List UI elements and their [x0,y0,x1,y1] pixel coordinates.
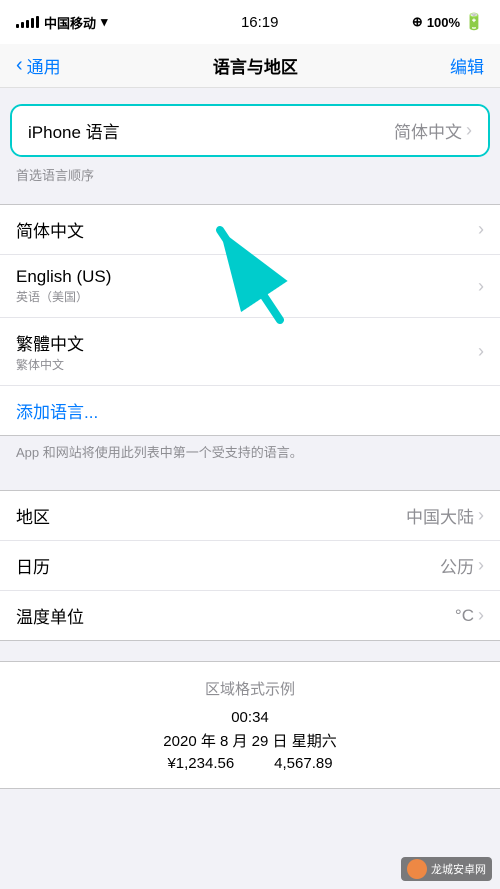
back-label: 通用 [27,53,61,78]
calendar-chevron-icon: › [478,555,484,576]
status-bar: 中国移动 ▾ 16:19 ⊕ 100% 🔋 [0,0,500,44]
add-language-row[interactable]: 添加语言... [0,386,500,435]
iphone-language-value: 简体中文 [394,118,462,143]
page-title: 语言与地区 [213,53,298,78]
iphone-language-label: iPhone 语言 [28,118,120,143]
region-format-time: 00:34 [16,709,484,726]
iphone-language-row[interactable]: iPhone 语言 简体中文 › [12,106,488,155]
temperature-label: 温度单位 [16,603,84,628]
preferred-languages-group: 简体中文 › English (US) 英语（美国） › 繁體中文 繁体中文 ›… [0,204,500,436]
region-chevron-icon: › [478,505,484,526]
charging-icon: ⊕ [412,14,423,30]
region-value: 中国大陆 [406,503,474,528]
language-row-english-us[interactable]: English (US) 英语（美国） › [0,255,500,318]
region-row[interactable]: 地区 中国大陆 › [0,491,500,541]
temperature-row[interactable]: 温度单位 °C › [0,591,500,640]
back-button[interactable]: ‹ 通用 [16,53,61,78]
watermark-logo [407,859,427,879]
battery-label: 100% [427,15,460,30]
status-right: ⊕ 100% 🔋 [412,12,484,32]
temperature-value: °C [455,606,474,626]
language-title-1: English (US) [16,267,111,287]
calendar-value: 公历 [440,553,474,578]
language-row-traditional-chinese[interactable]: 繁體中文 繁体中文 › [0,318,500,386]
region-section: 地区 中国大陆 › 日历 公历 › 温度单位 °C › [0,490,500,641]
region-format-numbers: ¥1,234.56 4,567.89 [16,755,484,772]
iphone-language-value-container: 简体中文 › [394,118,472,143]
temperature-chevron-icon: › [478,605,484,626]
wifi-icon: ▾ [101,14,108,30]
chevron-right-icon-2: › [478,341,484,362]
chevron-right-icon-0: › [478,219,484,240]
add-language-link[interactable]: 添加语言... [16,398,98,423]
region-format-number1: ¥1,234.56 [167,755,234,772]
iphone-language-section: iPhone 语言 简体中文 › [10,104,490,157]
info-text: App 和网站将使用此列表中第一个受支持的语言。 [0,436,500,470]
signal-icon [16,16,39,28]
iphone-language-label-container: iPhone 语言 [28,118,120,143]
language-title-0: 简体中文 [16,217,84,242]
preferred-section-label: 首选语言顺序 [0,157,500,188]
region-format-section: 区域格式示例 00:34 2020 年 8 月 29 日 星期六 ¥1,234.… [0,661,500,789]
region-format-date: 2020 年 8 月 29 日 星期六 [16,730,484,751]
battery-icon: 🔋 [464,12,484,32]
chevron-right-icon-1: › [478,276,484,297]
calendar-row[interactable]: 日历 公历 › [0,541,500,591]
language-title-2: 繁體中文 [16,330,84,355]
preferred-section-label-container: 首选语言顺序 [0,157,500,188]
watermark: 龙城安卓网 [401,857,492,881]
language-subtitle-1: 英语（美国） [16,288,111,305]
region-format-number2: 4,567.89 [274,755,332,772]
edit-button[interactable]: 编辑 [450,53,484,78]
nav-bar: ‹ 通用 语言与地区 编辑 [0,44,500,88]
chevron-right-icon: › [466,120,472,141]
region-format-title: 区域格式示例 [16,678,484,699]
language-subtitle-2: 繁体中文 [16,356,84,373]
carrier-label: 中国移动 [44,13,96,32]
status-time: 16:19 [241,14,279,31]
language-row-simplified-chinese[interactable]: 简体中文 › [0,205,500,255]
region-label: 地区 [16,503,50,528]
watermark-text: 龙城安卓网 [431,861,486,877]
status-left: 中国移动 ▾ [16,13,108,32]
calendar-label: 日历 [16,553,50,578]
chevron-left-icon: ‹ [16,54,23,77]
